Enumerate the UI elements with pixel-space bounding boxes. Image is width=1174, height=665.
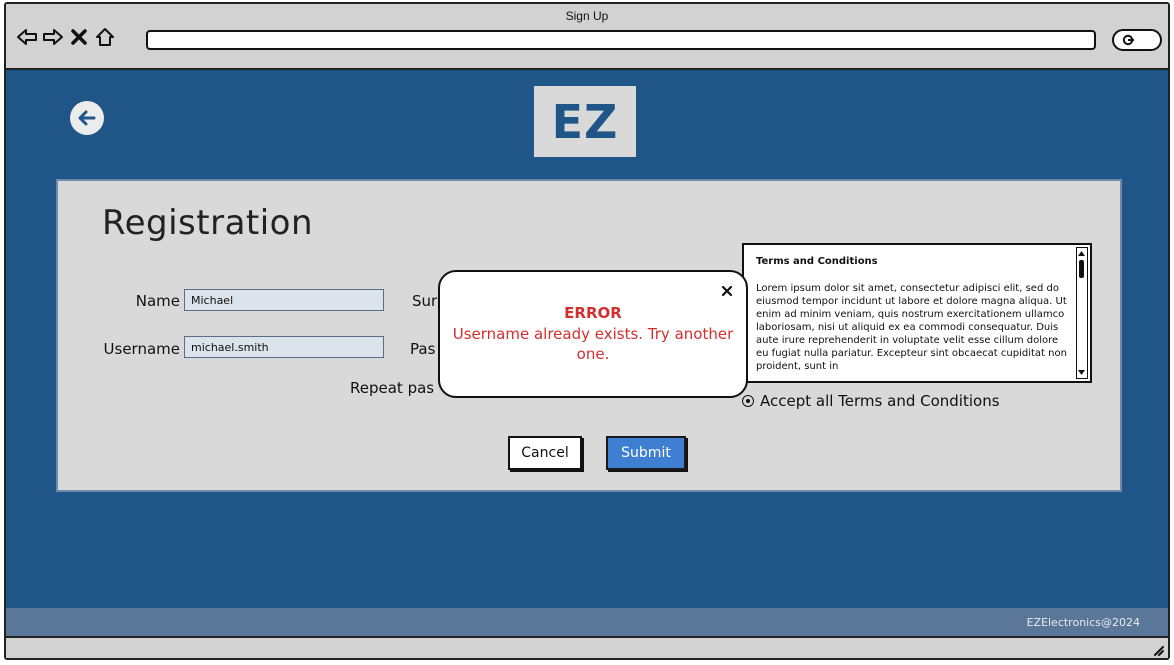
terms-textbox[interactable]: Terms and Conditions Lorem ipsum dolor s… <box>742 243 1092 383</box>
search-icon <box>1122 34 1134 46</box>
window-title: Sign Up <box>565 9 609 23</box>
browser-window: Sign Up EZ Registration Name Michael Sur… <box>4 2 1170 660</box>
name-field[interactable] <box>184 289 384 311</box>
submit-button[interactable]: Submit <box>606 436 686 470</box>
terms-body: Lorem ipsum dolor sit amet, consectetur … <box>756 283 1067 372</box>
resize-grip-icon[interactable] <box>1150 642 1164 656</box>
radio-icon[interactable] <box>742 395 754 407</box>
name-label: Name <box>135 292 180 310</box>
forward-arrow-icon[interactable] <box>42 26 64 48</box>
error-title: ERROR <box>564 304 622 322</box>
home-icon[interactable] <box>94 26 116 48</box>
footer-copyright: EZElectronics@2024 <box>1026 616 1140 629</box>
username-label: Username <box>103 340 180 358</box>
cancel-button[interactable]: Cancel <box>508 436 582 470</box>
page-title: Registration <box>102 203 314 243</box>
password-label: Pas <box>410 340 436 358</box>
accept-terms-radio[interactable]: Accept all Terms and Conditions <box>742 391 1000 411</box>
accept-terms-label: Accept all Terms and Conditions <box>760 392 1000 410</box>
address-bar[interactable] <box>146 30 1096 50</box>
footer: EZElectronics@2024 <box>6 608 1168 636</box>
repeat-password-label: Repeat pas <box>350 379 435 397</box>
username-field[interactable] <box>184 336 384 358</box>
terms-scrollbar[interactable] <box>1076 247 1088 379</box>
browser-toolbar: Sign Up <box>6 4 1168 70</box>
scroll-down-icon[interactable] <box>1077 368 1086 377</box>
arrow-left-icon <box>78 110 96 126</box>
terms-title: Terms and Conditions <box>756 256 878 267</box>
error-message: Username already exists. Try another one… <box>452 325 734 363</box>
surname-label: Sur <box>412 292 438 310</box>
search-button[interactable] <box>1112 29 1162 51</box>
browser-status-bar <box>6 636 1168 658</box>
back-button[interactable] <box>70 101 104 135</box>
close-x-icon[interactable] <box>68 26 90 48</box>
logo: EZ <box>534 86 636 157</box>
scroll-up-icon[interactable] <box>1077 249 1086 258</box>
scroll-thumb[interactable] <box>1079 260 1084 278</box>
page-viewport: EZ Registration Name Sur Username Pas Re… <box>6 70 1168 608</box>
error-dialog: ERROR Username already exists. Try anoth… <box>438 270 748 398</box>
back-arrow-icon[interactable] <box>16 26 38 48</box>
close-icon[interactable] <box>720 284 734 298</box>
